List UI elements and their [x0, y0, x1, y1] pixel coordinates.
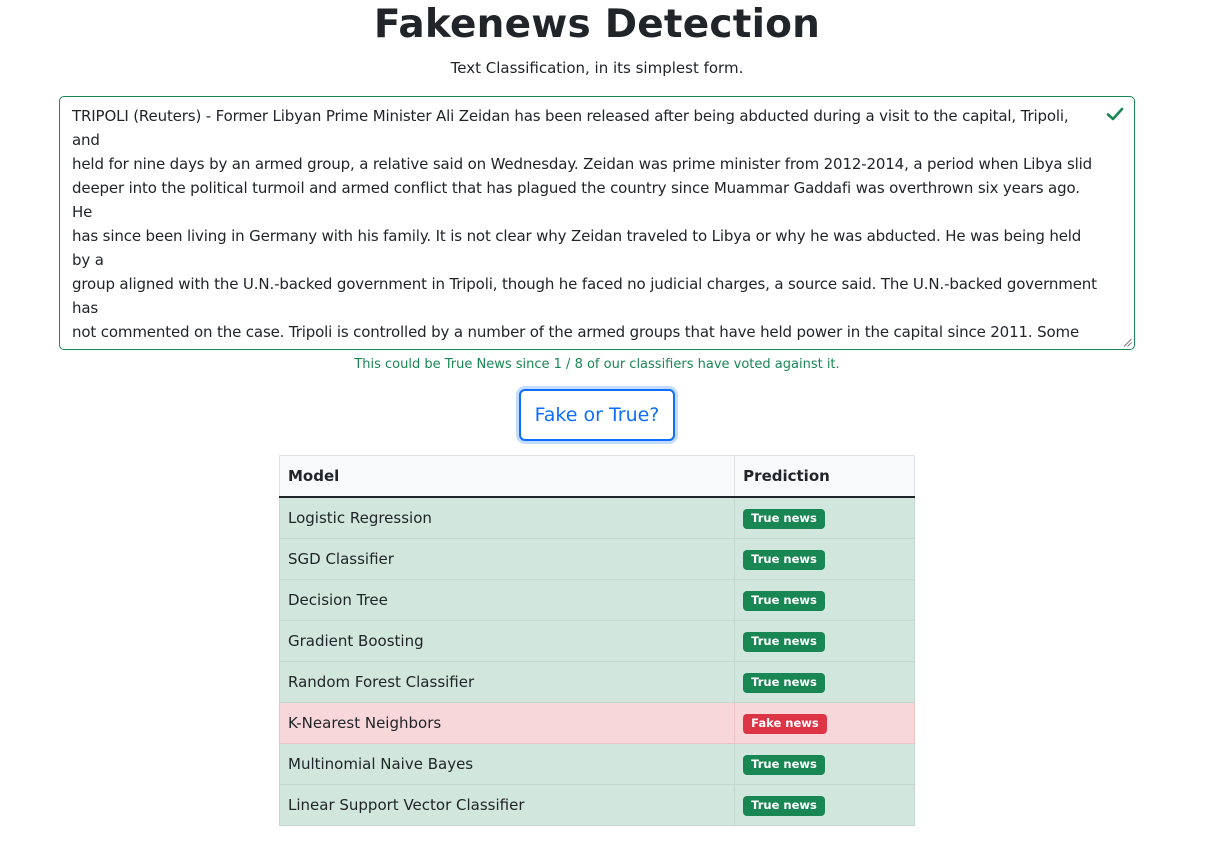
table-row: Random Forest Classifier True news — [278, 661, 915, 703]
model-name-cell: SGD Classifier — [278, 538, 736, 580]
table-row: Logistic Regression True news — [278, 496, 915, 539]
prediction-badge: True news — [743, 754, 825, 775]
prediction-badge: True news — [743, 672, 825, 693]
article-text[interactable]: TRIPOLI (Reuters) - Former Libyan Prime … — [60, 97, 1134, 349]
model-name-cell: Gradient Boosting — [278, 620, 736, 662]
prediction-cell: True news — [734, 784, 915, 826]
page: Fakenews Detection Text Classification, … — [0, 0, 1214, 859]
table-row: Multinomial Naive Bayes True news — [278, 743, 915, 785]
prediction-badge: True news — [743, 549, 825, 570]
model-name-cell: Multinomial Naive Bayes — [278, 743, 736, 785]
prediction-cell: True news — [734, 743, 915, 785]
check-icon — [1106, 107, 1124, 121]
column-header-prediction: Prediction — [734, 455, 915, 498]
prediction-badge: True news — [743, 795, 825, 816]
prediction-badge: True news — [743, 508, 825, 529]
page-title: Fakenews Detection — [373, 2, 821, 47]
table-header-row: Model Prediction — [278, 455, 915, 498]
prediction-badge: True news — [743, 590, 825, 611]
results-body: Logistic Regression True news SGD Classifi… — [278, 496, 915, 826]
model-name-cell: K-Nearest Neighbors — [278, 702, 736, 744]
model-name-cell: Linear Support Vector Classifier — [278, 784, 736, 826]
model-name-cell: Logistic Regression — [278, 496, 736, 539]
prediction-cell: True news — [734, 496, 915, 539]
table-row: Decision Tree True news — [278, 579, 915, 621]
model-name-cell: Random Forest Classifier — [278, 661, 736, 703]
prediction-badge: Fake news — [743, 713, 827, 734]
results-table: Model Prediction Logistic Regression True… — [278, 455, 915, 826]
prediction-badge: True news — [743, 631, 825, 652]
column-header-model: Model — [278, 455, 736, 498]
fake-or-true-button[interactable]: Fake or True? — [519, 389, 675, 441]
prediction-cell: True news — [734, 620, 915, 662]
prediction-cell: True news — [734, 538, 915, 580]
table-row: SGD Classifier True news — [278, 538, 915, 580]
table-row: K-Nearest Neighbors Fake news — [278, 702, 915, 744]
resize-grip-icon[interactable] — [1123, 338, 1132, 347]
prediction-cell: True news — [734, 579, 915, 621]
table-row: Gradient Boosting True news — [278, 620, 915, 662]
prediction-cell: True news — [734, 661, 915, 703]
page-subtitle: Text Classification, in its simplest for… — [450, 59, 744, 77]
model-name-cell: Decision Tree — [278, 579, 736, 621]
validation-feedback: This could be True News since 1 / 8 of o… — [354, 357, 840, 372]
prediction-cell: Fake news — [734, 702, 915, 744]
article-textarea[interactable]: TRIPOLI (Reuters) - Former Libyan Prime … — [59, 96, 1135, 350]
table-row: Linear Support Vector Classifier True new… — [278, 784, 915, 826]
